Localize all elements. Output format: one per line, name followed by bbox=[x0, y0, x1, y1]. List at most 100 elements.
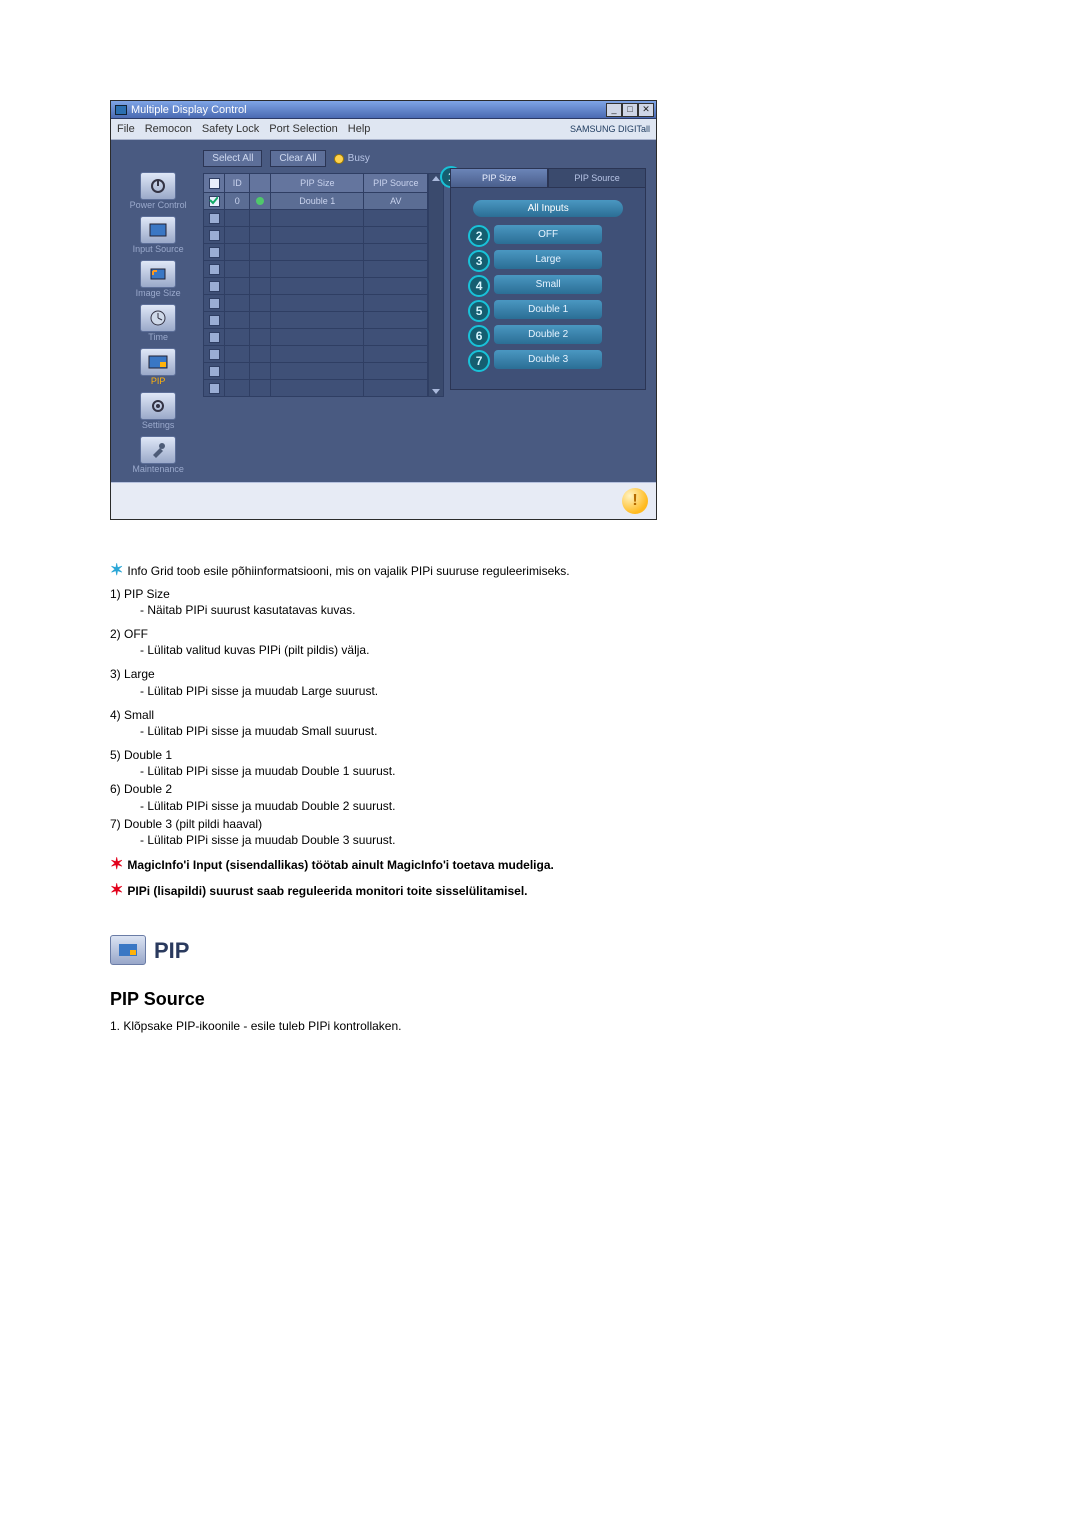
item-num: 6) bbox=[110, 782, 121, 796]
menu-remocon[interactable]: Remocon bbox=[145, 123, 192, 135]
star-bullet-icon: ✶ bbox=[110, 562, 123, 579]
option-double-1[interactable]: 5 Double 1 bbox=[494, 300, 602, 319]
status-dot-icon bbox=[256, 197, 264, 205]
callout-4: 4 bbox=[468, 275, 490, 297]
sidebar-item-time[interactable]: Time bbox=[119, 304, 197, 342]
clear-all-button[interactable]: Clear All bbox=[270, 150, 325, 167]
sidebar-item-maintenance[interactable]: Maintenance bbox=[119, 436, 197, 474]
app-window: Multiple Display Control _ □ ✕ File Remo… bbox=[110, 100, 657, 520]
busy-indicator: Busy bbox=[334, 153, 370, 164]
callout-7: 7 bbox=[468, 350, 490, 372]
option-double-3[interactable]: 7 Double 3 bbox=[494, 350, 602, 369]
option-off[interactable]: 2 OFF bbox=[494, 225, 602, 244]
option-label: Double 1 bbox=[528, 304, 568, 315]
close-button[interactable]: ✕ bbox=[638, 103, 654, 117]
maximize-button[interactable]: □ bbox=[622, 103, 638, 117]
item-title: Small bbox=[124, 708, 154, 722]
app-icon bbox=[115, 105, 127, 115]
pip-heading: PIP bbox=[154, 936, 189, 966]
col-pip-size[interactable]: PIP Size bbox=[271, 174, 364, 193]
sidebar-item-power-control[interactable]: Power Control bbox=[119, 172, 197, 210]
section-body-text: 1. Klõpsake PIP-ikoonile - esile tuleb P… bbox=[110, 1018, 970, 1034]
table-row[interactable] bbox=[204, 227, 428, 244]
table-row[interactable] bbox=[204, 244, 428, 261]
menu-safety-lock[interactable]: Safety Lock bbox=[202, 123, 259, 135]
warning-icon: ! bbox=[622, 488, 648, 514]
menu-help[interactable]: Help bbox=[348, 123, 371, 135]
sidebar-item-image-size[interactable]: Image Size bbox=[119, 260, 197, 298]
scroll-down-icon[interactable] bbox=[432, 389, 440, 394]
table-row[interactable] bbox=[204, 346, 428, 363]
table-row[interactable] bbox=[204, 380, 428, 397]
cell-pip-source: AV bbox=[364, 193, 428, 210]
doc-note-1: MagicInfo'i Input (sisendallikas) töötab… bbox=[127, 858, 553, 872]
pip-icon bbox=[140, 348, 176, 376]
sidebar-item-settings[interactable]: Settings bbox=[119, 392, 197, 430]
callout-3: 3 bbox=[468, 250, 490, 272]
busy-dot-icon bbox=[334, 154, 344, 164]
col-pip-source[interactable]: PIP Source bbox=[364, 174, 428, 193]
sidebar-item-label: Image Size bbox=[136, 288, 181, 298]
menu-file[interactable]: File bbox=[117, 123, 135, 135]
sidebar-item-label: Time bbox=[148, 332, 168, 342]
option-large[interactable]: 3 Large bbox=[494, 250, 602, 269]
tab-pip-size[interactable]: PIP Size bbox=[450, 168, 548, 188]
sidebar-item-label: Maintenance bbox=[132, 464, 184, 474]
scroll-up-icon[interactable] bbox=[432, 176, 440, 181]
table-row[interactable] bbox=[204, 295, 428, 312]
section-heading: PIP Source bbox=[110, 987, 970, 1011]
option-label: Large bbox=[535, 254, 561, 265]
table-row[interactable] bbox=[204, 312, 428, 329]
sidebar-item-pip[interactable]: PIP bbox=[119, 348, 197, 386]
power-icon bbox=[140, 172, 176, 200]
star-bullet-icon: ✶ bbox=[110, 882, 123, 899]
minimize-button[interactable]: _ bbox=[606, 103, 622, 117]
item-title: OFF bbox=[124, 627, 148, 641]
tab-pip-source[interactable]: PIP Source bbox=[548, 168, 646, 188]
table-row[interactable] bbox=[204, 329, 428, 346]
cell-id: 0 bbox=[225, 193, 250, 210]
image-size-icon bbox=[140, 260, 176, 288]
title-bar[interactable]: Multiple Display Control _ □ ✕ bbox=[111, 101, 656, 119]
sidebar-item-input-source[interactable]: Input Source bbox=[119, 216, 197, 254]
callout-6: 6 bbox=[468, 325, 490, 347]
item-title: Double 1 bbox=[124, 748, 172, 762]
item-desc: - Lülitab PIPi sisse ja muudab Large suu… bbox=[140, 683, 970, 699]
col-status[interactable] bbox=[250, 174, 271, 193]
table-row[interactable] bbox=[204, 278, 428, 295]
table-row[interactable]: 0 Double 1 AV bbox=[204, 193, 428, 210]
col-checkbox[interactable] bbox=[204, 174, 225, 193]
item-title: Double 2 bbox=[124, 782, 172, 796]
star-bullet-icon: ✶ bbox=[110, 856, 123, 873]
menu-port-selection[interactable]: Port Selection bbox=[269, 123, 337, 135]
input-source-icon bbox=[140, 216, 176, 244]
table-row[interactable] bbox=[204, 261, 428, 278]
sidebar: Power Control Input Source Image Size Ti… bbox=[119, 150, 197, 474]
brand-label: SAMSUNG DIGITall bbox=[570, 124, 650, 134]
option-double-2[interactable]: 6 Double 2 bbox=[494, 325, 602, 344]
option-label: Small bbox=[536, 279, 561, 290]
item-num: 5) bbox=[110, 748, 121, 762]
item-desc: - Lülitab valitud kuvas PIPi (pilt pildi… bbox=[140, 642, 970, 658]
item-num: 1) bbox=[110, 587, 121, 601]
item-desc: - Näitab PIPi suurust kasutatavas kuvas. bbox=[140, 602, 970, 618]
option-small[interactable]: 4 Small bbox=[494, 275, 602, 294]
info-grid: ID PIP Size PIP Source 0 Double 1 AV bbox=[203, 173, 428, 397]
option-label: Double 3 bbox=[528, 354, 568, 365]
maintenance-icon bbox=[140, 436, 176, 464]
sidebar-item-label: PIP bbox=[151, 376, 166, 386]
item-title: PIP Size bbox=[124, 587, 170, 601]
app-title: Multiple Display Control bbox=[131, 104, 247, 116]
option-label: OFF bbox=[538, 229, 558, 240]
time-icon bbox=[140, 304, 176, 332]
sidebar-item-label: Power Control bbox=[130, 200, 187, 210]
select-all-button[interactable]: Select All bbox=[203, 150, 262, 167]
busy-label: Busy bbox=[348, 153, 370, 164]
table-row[interactable] bbox=[204, 363, 428, 380]
col-id[interactable]: ID bbox=[225, 174, 250, 193]
pip-section-icon bbox=[110, 935, 146, 965]
table-row[interactable] bbox=[204, 210, 428, 227]
doc-note-2: PIPi (lisapildi) suurust saab reguleerid… bbox=[127, 884, 527, 898]
scrollbar[interactable] bbox=[428, 173, 444, 397]
option-label: Double 2 bbox=[528, 329, 568, 340]
